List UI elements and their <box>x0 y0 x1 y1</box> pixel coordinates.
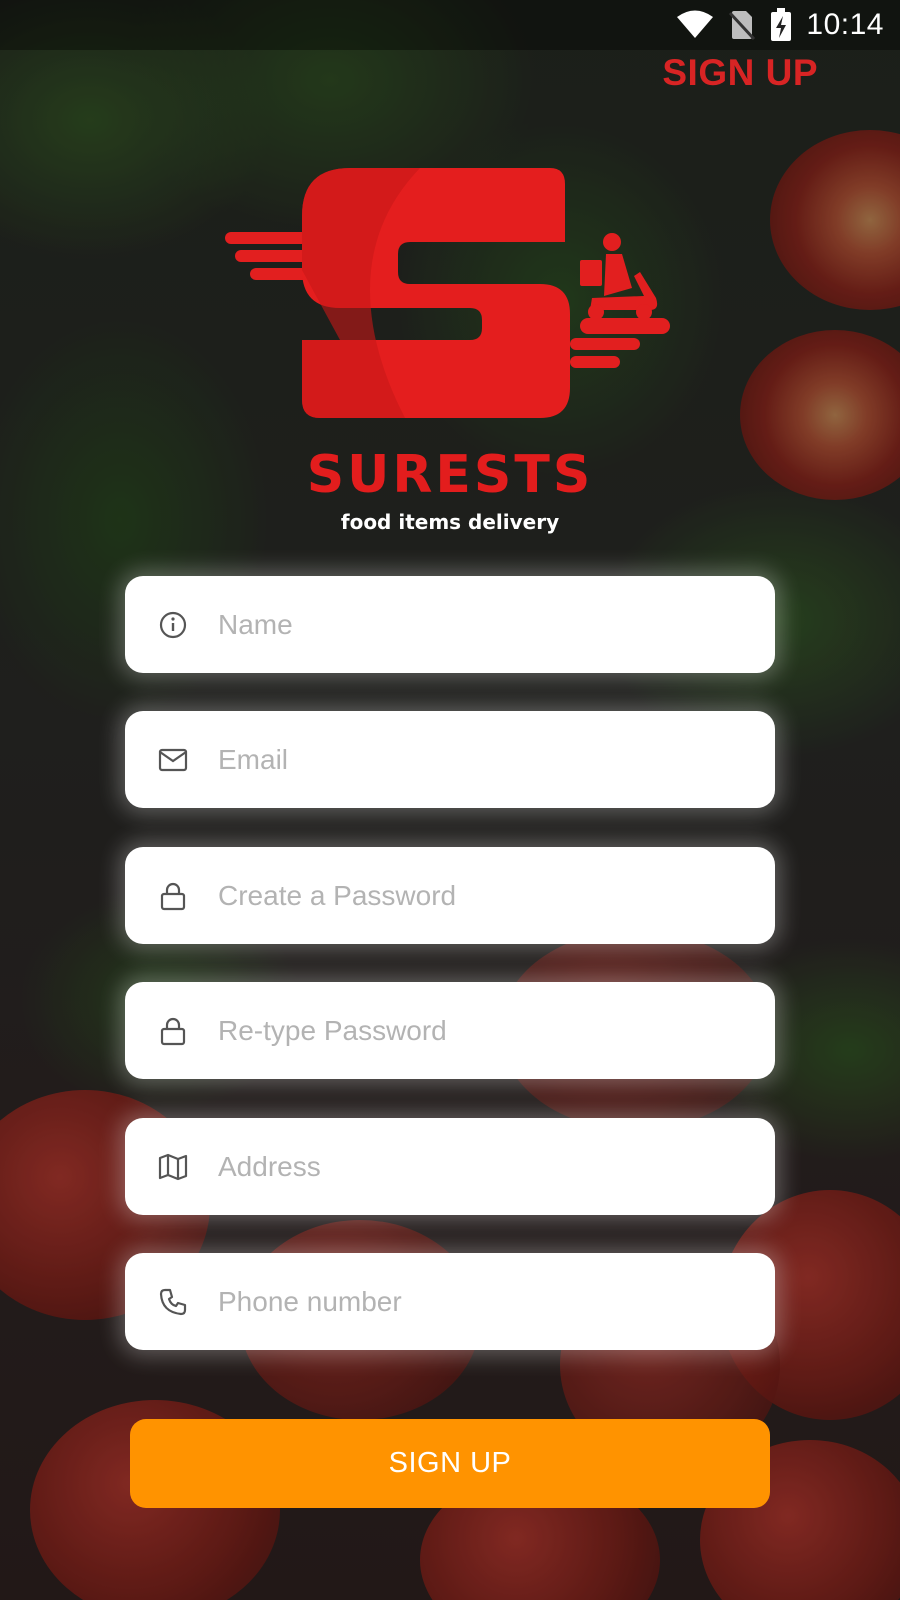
name-input[interactable] <box>218 608 738 641</box>
battery-charging-icon <box>770 8 792 42</box>
phone-field[interactable] <box>125 1253 775 1350</box>
map-icon <box>158 1152 188 1182</box>
signup-link[interactable]: SIGN UP <box>662 52 818 94</box>
info-icon <box>158 610 188 640</box>
status-bar: 10:14 <box>0 0 900 50</box>
name-field[interactable] <box>125 576 775 673</box>
retype-password-field[interactable] <box>125 982 775 1079</box>
mail-icon <box>158 745 188 775</box>
lock-icon <box>158 1016 188 1046</box>
address-input[interactable] <box>218 1150 738 1183</box>
status-time: 10:14 <box>806 8 884 41</box>
signup-button[interactable]: SIGN UP <box>130 1419 770 1508</box>
brand-tagline: food items delivery <box>340 510 560 534</box>
brand-name: SURESTS <box>306 445 594 505</box>
retype-password-input[interactable] <box>218 1014 738 1047</box>
phone-icon <box>158 1287 188 1317</box>
create-password-input[interactable] <box>218 879 738 912</box>
email-field[interactable] <box>125 711 775 808</box>
lock-icon <box>158 881 188 911</box>
wifi-icon <box>676 10 714 40</box>
address-field[interactable] <box>125 1118 775 1215</box>
email-input[interactable] <box>218 743 738 776</box>
phone-input[interactable] <box>218 1285 738 1318</box>
no-sim-icon <box>728 9 756 41</box>
create-password-field[interactable] <box>125 847 775 944</box>
